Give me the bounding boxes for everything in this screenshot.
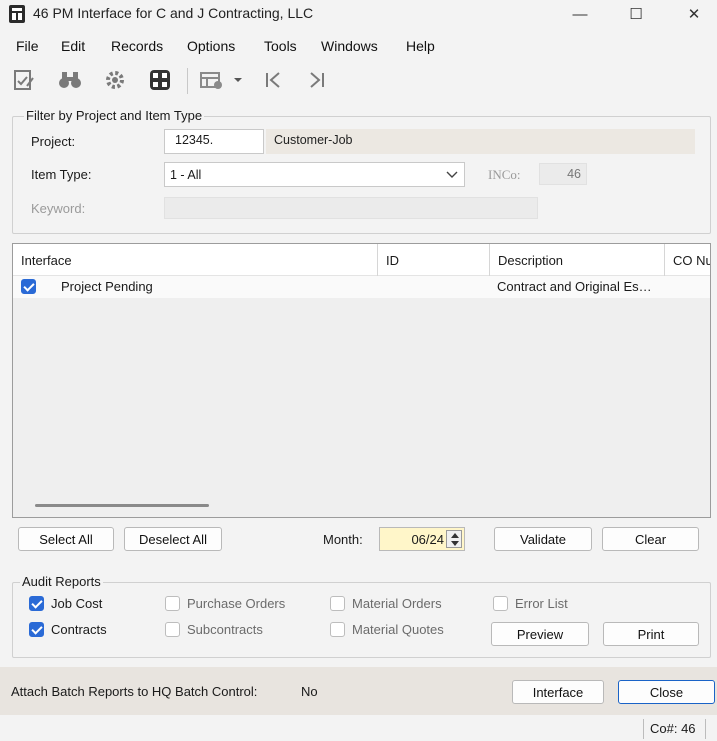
first-record-icon[interactable]	[259, 66, 287, 94]
minimize-button[interactable]: —	[557, 0, 603, 28]
validate-button[interactable]: Validate	[494, 527, 592, 551]
error-list-label: Error List	[515, 596, 568, 611]
menu-options[interactable]: Options	[187, 38, 235, 54]
row-checkbox[interactable]	[21, 279, 36, 294]
audit-reports-label: Audit Reports	[20, 574, 103, 589]
menu-bar: File Edit Records Options Tools Windows …	[0, 34, 717, 58]
project-input[interactable]: 12345.	[164, 129, 264, 154]
company-indicator: Co#: 46	[650, 721, 696, 736]
material-quotes-checkbox[interactable]	[330, 622, 345, 637]
error-list-checkbox[interactable]	[493, 596, 508, 611]
deselect-all-button[interactable]: Deselect All	[124, 527, 222, 551]
status-divider-end	[705, 719, 706, 739]
spin-up-icon[interactable]	[451, 533, 459, 538]
footer-bar: Attach Batch Reports to HQ Batch Control…	[0, 667, 717, 715]
maximize-button[interactable]: ☐	[613, 0, 659, 28]
attach-batch-label: Attach Batch Reports to HQ Batch Control…	[11, 684, 258, 699]
material-quotes-label: Material Quotes	[352, 622, 444, 637]
job-cost-label: Job Cost	[51, 596, 103, 611]
inco-value: 46	[567, 167, 581, 181]
last-record-icon[interactable]	[303, 66, 331, 94]
inco-label: INCo:	[488, 167, 521, 182]
spin-down-icon[interactable]	[451, 541, 459, 546]
checklist-edit-icon[interactable]	[10, 66, 38, 94]
calculator-icon[interactable]	[146, 66, 174, 94]
menu-windows[interactable]: Windows	[321, 38, 378, 54]
menu-file[interactable]: File	[16, 38, 39, 54]
interface-button[interactable]: Interface	[512, 680, 604, 704]
status-divider	[643, 719, 644, 739]
month-input[interactable]: 06/24	[379, 527, 465, 551]
menu-edit[interactable]: Edit	[61, 38, 85, 54]
menu-records[interactable]: Records	[111, 38, 163, 54]
title-bar: 46 PM Interface for C and J Contracting,…	[0, 0, 717, 28]
row-description-cell: Contract and Original Es…	[497, 279, 652, 294]
subcontracts-checkbox[interactable]	[165, 622, 180, 637]
select-all-button[interactable]: Select All	[18, 527, 114, 551]
keyword-label: Keyword:	[31, 201, 86, 216]
clear-button[interactable]: Clear	[602, 527, 699, 551]
job-cost-checkbox[interactable]	[29, 596, 44, 611]
toolbar-separator	[187, 68, 188, 94]
project-description: Customer-Job	[266, 129, 695, 154]
print-button[interactable]: Print	[603, 622, 699, 646]
row-interface-cell: Project Pending	[61, 279, 153, 294]
project-label: Project:	[31, 134, 76, 149]
purchase-orders-checkbox[interactable]	[165, 596, 180, 611]
material-orders-checkbox[interactable]	[330, 596, 345, 611]
inco-field: 46	[539, 163, 587, 185]
material-orders-label: Material Orders	[352, 596, 442, 611]
month-value: 06/24	[411, 532, 444, 547]
contracts-checkbox[interactable]	[29, 622, 44, 637]
item-type-label: Item Type:	[31, 167, 92, 182]
chevron-down-icon	[446, 171, 458, 178]
attach-batch-value: No	[301, 684, 318, 699]
table-row[interactable]: Project Pending Contract and Original Es…	[13, 276, 710, 298]
close-window-button[interactable]: ✕	[671, 0, 717, 28]
contracts-label: Contracts	[51, 622, 107, 637]
preview-button[interactable]: Preview	[491, 622, 589, 646]
audit-reports-group	[12, 582, 711, 658]
menu-tools[interactable]: Tools	[264, 38, 297, 54]
item-type-value: 1 - All	[170, 168, 202, 182]
month-label: Month:	[323, 532, 363, 547]
horizontal-scrollbar[interactable]	[35, 504, 209, 507]
status-bar: Co#: 46	[0, 715, 717, 741]
col-header-description[interactable]: Description	[490, 244, 665, 276]
subcontracts-label: Subcontracts	[187, 622, 263, 637]
window-title: 46 PM Interface for C and J Contracting,…	[33, 5, 314, 21]
form-settings-icon[interactable]	[198, 66, 226, 94]
purchase-orders-label: Purchase Orders	[187, 596, 286, 611]
col-header-co-number[interactable]: CO Nu	[665, 244, 710, 276]
grid-header: Interface ID Description CO Nu	[13, 244, 710, 276]
keyword-input	[164, 197, 538, 219]
gear-icon[interactable]	[101, 66, 129, 94]
close-button[interactable]: Close	[618, 680, 715, 704]
toolbar	[0, 62, 717, 100]
binoculars-icon[interactable]	[56, 66, 84, 94]
dropdown-arrow-icon[interactable]	[230, 66, 246, 94]
interface-grid[interactable]: Interface ID Description CO Nu Project P…	[12, 243, 711, 518]
filter-group-label: Filter by Project and Item Type	[24, 108, 205, 123]
app-icon	[9, 5, 25, 23]
month-spinner[interactable]	[446, 530, 462, 548]
col-header-interface[interactable]: Interface	[13, 244, 378, 276]
item-type-select[interactable]: 1 - All	[164, 162, 465, 187]
col-header-id[interactable]: ID	[378, 244, 490, 276]
menu-help[interactable]: Help	[406, 38, 435, 54]
